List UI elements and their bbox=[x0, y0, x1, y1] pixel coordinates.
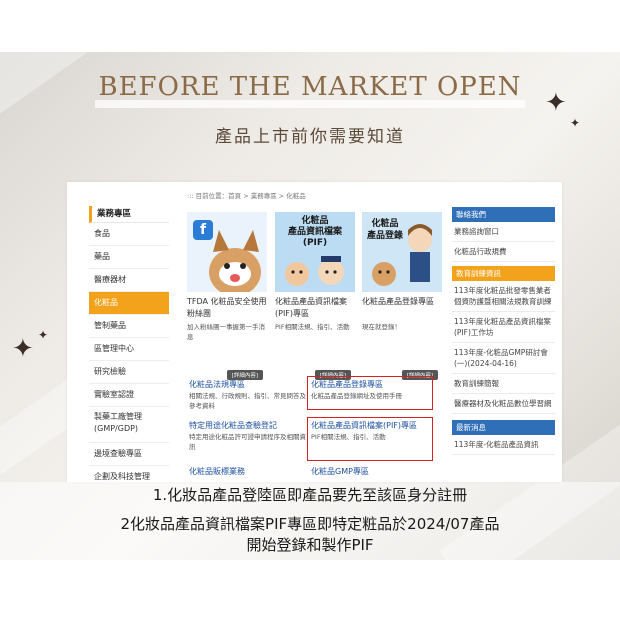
news-header: 最新消息 bbox=[452, 420, 555, 435]
caption-line-1: 1.化妝品產品登陸區即產品要先至該區身分註冊 bbox=[152, 486, 468, 504]
card-title: 化粧品產品登錄專區 bbox=[362, 297, 434, 306]
sparkle-icon: ✦ bbox=[545, 88, 567, 118]
card-image: 化粧品 產品登錄 bbox=[362, 212, 442, 292]
sidebar-item-gmp[interactable]: 製藥工廠管理(GMP/GDP) bbox=[89, 407, 169, 443]
card-title: 化粧品產品資訊檔案(PIF)專區 bbox=[275, 297, 347, 318]
training-item[interactable]: 113年度化粧品批發零售業者個資防護暨相關法規教育訓練 bbox=[452, 281, 555, 312]
sidebar: 業務專區 食品 藥品 醫療器材 化粧品 管制藥品 區管理中心 研究檢驗 實驗室認… bbox=[89, 206, 169, 482]
link-title: 化粧品販標業務 bbox=[189, 467, 245, 476]
link-gmp[interactable]: 化粧品GMP專區 bbox=[311, 466, 429, 477]
caption-block: 2化妝品產品資訊檔案PIF專區即特定粧品於2024/07產品 開始登錄和製作PI… bbox=[0, 514, 620, 556]
sidebar-item-medical-devices[interactable]: 醫療器材 bbox=[89, 269, 169, 292]
link-title: 化粧品法規專區 bbox=[189, 380, 245, 389]
training-item[interactable]: 教育訓練簡報 bbox=[452, 374, 555, 394]
right-panel: 聯絡我們 業務諮詢窗口 化粧品行政規費 教育訓練資訊 113年度化粧品批發零售業… bbox=[452, 207, 555, 455]
card-desc: 加入粉絲團一事握第一手消息 bbox=[187, 323, 265, 341]
caption-line-3: 開始登錄和製作PIF bbox=[246, 536, 374, 554]
mascot-illustration bbox=[285, 256, 344, 286]
card-fanpage[interactable]: f TFDA 化粧品安全使用 粉絲團 加入粉絲團一事握第一手消息 [詳細內容] bbox=[187, 212, 267, 380]
card-registration[interactable]: 化粧品 產品登錄 化粧品產品登錄專區 現在就登錄！ [詳細內容] bbox=[362, 212, 442, 380]
link-title: 化粧品GMP專區 bbox=[311, 467, 369, 476]
contact-item[interactable]: 化粧品行政規費 bbox=[452, 242, 555, 262]
sparkle-icon: ✦ bbox=[38, 328, 49, 342]
card-desc: 現在就登錄！ bbox=[362, 323, 401, 331]
sidebar-title: 業務專區 bbox=[89, 206, 169, 223]
link-desc: 相關法規、行政規則、指引、常見問答及參考資料 bbox=[189, 392, 306, 410]
link-title: 特定用途化粧品查驗登記 bbox=[189, 421, 277, 430]
headline: BEFORE THE MARKET OPEN bbox=[98, 72, 522, 102]
link-regulations[interactable]: 化粧品法規專區 相關法規、行政規則、指引、常見問答及參考資料 bbox=[189, 379, 307, 411]
sidebar-item-regional-centers[interactable]: 區管理中心 bbox=[89, 338, 169, 361]
card-pif[interactable]: 化粧品 產品資訊檔案 (PIF) 化粧品產品資訊檔案(PIF)專區 PIF相關法… bbox=[275, 212, 355, 380]
training-item[interactable]: 醫療器材及化粧品數位學習網 bbox=[452, 394, 555, 414]
sidebar-item-drugs[interactable]: 藥品 bbox=[89, 246, 169, 269]
link-special-cosmetics[interactable]: 特定用途化粧品查驗登記 特定用途化粧品許可證申請程序及相關資訊 bbox=[189, 420, 307, 452]
mascot-illustration bbox=[372, 224, 432, 286]
sidebar-item-planning[interactable]: 企劃及科技管理 bbox=[89, 466, 169, 482]
breadcrumb: ::: 目前位置：首頁 > 業務專區 > 化粧品 bbox=[187, 192, 306, 200]
sidebar-item-food[interactable]: 食品 bbox=[89, 223, 169, 246]
training-header: 教育訓練資訊 bbox=[452, 266, 555, 281]
training-item[interactable]: 113年度化粧品產品資訊檔案(PIF)工作坊 bbox=[452, 312, 555, 343]
news-item[interactable]: 113年度-化粧品產品資訊 bbox=[452, 435, 555, 455]
contact-item[interactable]: 業務諮詢窗口 bbox=[452, 222, 555, 242]
training-item[interactable]: 113年度-化粧品GMP研討會(一)(2024-04-16) bbox=[452, 343, 555, 374]
sparkle-icon: ✦ bbox=[12, 334, 34, 364]
link-desc: 特定用途化粧品許可證申請程序及相關資訊 bbox=[189, 433, 306, 451]
sidebar-item-research[interactable]: 研究檢驗 bbox=[89, 361, 169, 384]
sparkle-icon: ✦ bbox=[570, 116, 581, 130]
caption-line-2: 2化妝品產品資訊檔案PIF專區即特定粧品於2024/07產品 bbox=[120, 515, 500, 533]
card-title: TFDA 化粧品安全使用 粉絲團 bbox=[187, 297, 267, 318]
highlight-box bbox=[307, 376, 433, 410]
highlight-box bbox=[307, 417, 433, 461]
card-image: 化粧品 產品資訊檔案 (PIF) bbox=[275, 212, 355, 292]
website-screenshot: ::: 目前位置：首頁 > 業務專區 > 化粧品 業務專區 食品 藥品 醫療器材… bbox=[67, 182, 562, 482]
link-market-business[interactable]: 化粧品販標業務 bbox=[189, 466, 307, 477]
cat-mascot bbox=[209, 230, 261, 292]
sidebar-item-controlled-drugs[interactable]: 管制藥品 bbox=[89, 315, 169, 338]
sidebar-item-cosmetics[interactable]: 化粧品 bbox=[89, 292, 169, 315]
poster: BEFORE THE MARKET OPEN 產品上市前你需要知道 ✦ ✦ ✦ … bbox=[0, 52, 620, 560]
card-desc: PIF相關法規、指引、活動 bbox=[275, 323, 350, 331]
contact-header: 聯絡我們 bbox=[452, 207, 555, 222]
subtitle: 產品上市前你需要知道 bbox=[215, 127, 405, 147]
card-image: f bbox=[187, 212, 267, 292]
sidebar-item-border-inspection[interactable]: 邊境查驗專區 bbox=[89, 443, 169, 466]
sidebar-item-lab-certification[interactable]: 實驗室認證 bbox=[89, 384, 169, 407]
